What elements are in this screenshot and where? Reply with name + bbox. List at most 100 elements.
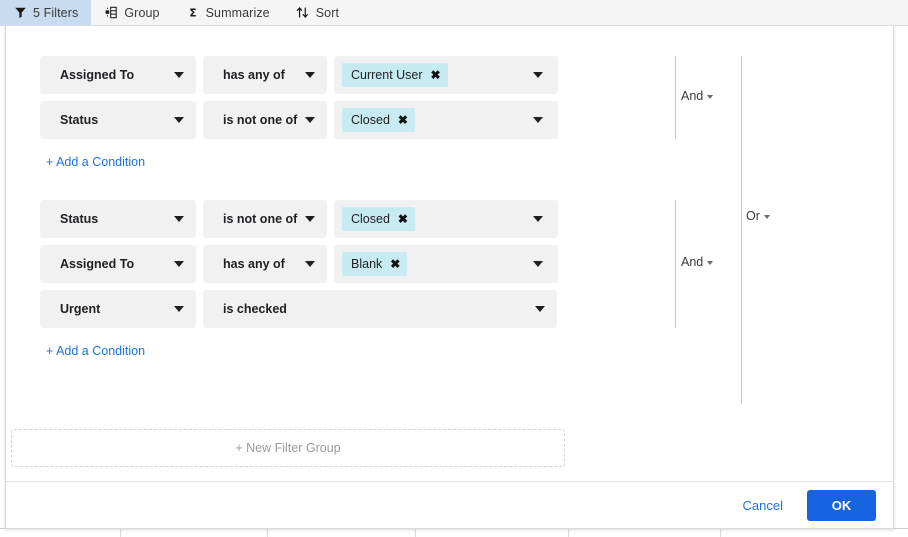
condition-operator-select[interactable]: has any of xyxy=(203,245,327,283)
chevron-down-icon xyxy=(174,72,184,78)
value-chip-label: Closed xyxy=(351,212,390,226)
table-column-divider xyxy=(568,529,569,537)
chevron-down-icon xyxy=(707,261,714,265)
table-column-divider xyxy=(415,529,416,537)
filter-condition-row: Assigned To has any of Blank ✖ xyxy=(40,245,558,283)
value-chip-label: Blank xyxy=(351,257,383,271)
remove-value-icon[interactable]: ✖ xyxy=(431,69,441,81)
chevron-down-icon xyxy=(305,72,315,78)
filter-condition-row: Status is not one of Closed ✖ xyxy=(40,101,558,139)
tab-group[interactable]: Group xyxy=(91,0,172,25)
group-conjunction-rail xyxy=(675,56,676,139)
group-conjunction-select[interactable]: And xyxy=(681,88,714,103)
condition-attribute-select-label: Urgent xyxy=(60,302,101,316)
condition-operator-select-label: is not one of xyxy=(223,212,298,226)
group-conjunction-label: And xyxy=(681,88,704,103)
remove-value-icon[interactable]: ✖ xyxy=(398,114,408,126)
condition-value-select[interactable]: Blank ✖ xyxy=(334,245,558,283)
view-config-tabbar: 5 Filters Group Σ Summarize Sort xyxy=(0,0,908,26)
condition-value-chips: Blank ✖ xyxy=(342,252,525,276)
tab-5-filters[interactable]: 5 Filters xyxy=(0,0,92,25)
group-conjunction-select[interactable]: And xyxy=(681,255,714,269)
chevron-down-icon xyxy=(533,72,543,78)
value-chip[interactable]: Closed ✖ xyxy=(342,207,415,231)
condition-operator-select-label: is not one of xyxy=(223,113,298,127)
tab-sort[interactable]: Sort xyxy=(283,0,352,25)
condition-attribute-select[interactable]: Assigned To xyxy=(40,56,196,94)
table-column-divider xyxy=(120,529,121,537)
chevron-down-icon xyxy=(305,216,316,222)
condition-operator-select[interactable]: is not one of xyxy=(203,101,327,139)
condition-attribute-select-label: Assigned To xyxy=(60,68,135,82)
condition-attribute-select[interactable]: Status xyxy=(40,200,196,238)
outer-conjunction-select[interactable]: Or xyxy=(746,209,770,223)
condition-value-chips: Closed ✖ xyxy=(342,108,525,132)
filter-condition-row: Urgent is checked xyxy=(40,290,557,328)
group-conjunction-label: And xyxy=(681,255,704,269)
remove-value-icon[interactable]: ✖ xyxy=(390,258,400,270)
tab-label: Summarize xyxy=(205,5,270,20)
condition-operator-select[interactable]: is not one of xyxy=(203,200,327,238)
condition-operator-select-label: has any of xyxy=(223,68,285,82)
chevron-down-icon xyxy=(305,117,316,123)
chevron-down-icon xyxy=(174,216,184,222)
value-chip-label: Current User xyxy=(351,68,423,82)
chevron-down-icon xyxy=(533,216,543,222)
value-chip[interactable]: Blank ✖ xyxy=(342,252,408,276)
sigma-icon: Σ xyxy=(186,6,200,20)
chevron-down-icon xyxy=(174,261,184,267)
condition-attribute-select-label: Status xyxy=(60,212,99,226)
condition-operator-select-label: is checked xyxy=(223,302,287,316)
funnel-icon xyxy=(13,6,27,20)
value-chip[interactable]: Current User ✖ xyxy=(342,63,448,87)
sort-icon xyxy=(296,6,310,20)
table-column-divider xyxy=(267,529,268,537)
tab-label: Group xyxy=(124,5,160,20)
condition-value-select[interactable]: Closed ✖ xyxy=(334,200,558,238)
tab-label: 5 Filters xyxy=(33,5,79,20)
filter-group: Status is not one of Closed ✖ Assigned To has… xyxy=(40,200,640,368)
add-condition-link[interactable]: + Add a Condition xyxy=(46,155,145,169)
value-chip-label: Closed xyxy=(351,113,390,127)
ok-button[interactable]: OK xyxy=(807,489,876,521)
filter-dialog-body: Assigned To has any of Current User ✖ Status… xyxy=(6,27,893,480)
condition-value-select[interactable]: Closed ✖ xyxy=(334,101,558,139)
add-condition-link[interactable]: + Add a Condition xyxy=(46,344,145,358)
condition-attribute-select-label: Status xyxy=(60,113,99,127)
chevron-down-icon xyxy=(174,117,184,123)
remove-value-icon[interactable]: ✖ xyxy=(398,213,408,225)
filter-dialog: Assigned To has any of Current User ✖ Status… xyxy=(5,0,894,529)
chevron-down-icon xyxy=(535,306,545,312)
condition-operator-select[interactable]: has any of xyxy=(203,56,327,94)
condition-attribute-select[interactable]: Status xyxy=(40,101,196,139)
condition-operator-select[interactable]: is checked xyxy=(203,290,557,328)
filter-condition-row: Status is not one of Closed ✖ xyxy=(40,200,558,238)
condition-value-chips: Closed ✖ xyxy=(342,207,525,231)
tab-label: Sort xyxy=(315,5,340,20)
group-conjunction-rail xyxy=(675,200,676,328)
chevron-down-icon xyxy=(305,261,315,267)
chevron-down-icon xyxy=(533,261,543,267)
outer-conjunction-rail xyxy=(741,56,742,404)
value-chip[interactable]: Closed ✖ xyxy=(342,108,415,132)
filter-condition-row: Assigned To has any of Current User ✖ xyxy=(40,56,558,94)
background-table-grid xyxy=(0,528,908,537)
filter-groups-container: Assigned To has any of Current User ✖ Status… xyxy=(40,27,893,480)
tab-summarize[interactable]: Σ Summarize xyxy=(173,0,283,25)
chevron-down-icon xyxy=(707,94,714,99)
chevron-down-icon xyxy=(533,117,543,123)
condition-attribute-select[interactable]: Urgent xyxy=(40,290,196,328)
condition-value-chips: Current User ✖ xyxy=(342,63,525,87)
new-filter-group-label: + New Filter Group xyxy=(235,441,341,455)
svg-text:Σ: Σ xyxy=(189,7,196,19)
group-icon xyxy=(104,6,118,20)
filter-dialog-footer: Cancel OK xyxy=(6,481,893,528)
new-filter-group-button[interactable]: + New Filter Group xyxy=(11,429,565,467)
condition-attribute-select[interactable]: Assigned To xyxy=(40,245,196,283)
filter-group: Assigned To has any of Current User ✖ Status… xyxy=(40,56,640,179)
condition-attribute-select-label: Assigned To xyxy=(60,257,135,271)
chevron-down-icon xyxy=(763,215,770,219)
condition-value-select[interactable]: Current User ✖ xyxy=(334,56,558,94)
table-column-divider xyxy=(720,529,721,537)
cancel-button[interactable]: Cancel xyxy=(733,490,793,521)
